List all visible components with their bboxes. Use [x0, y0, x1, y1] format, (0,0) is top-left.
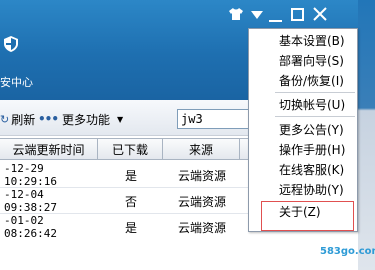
window-right-edge: [358, 0, 375, 270]
table-cell-source: 云端资源: [177, 168, 226, 183]
refresh-label: 刷新: [11, 112, 36, 127]
table-cell-time: -01-02 08:26:42: [4, 214, 57, 240]
column-header-downloaded[interactable]: 已下载: [97, 138, 163, 160]
table-cell-time: -12-04 09:38:27: [4, 188, 57, 214]
skin-shirt-icon[interactable]: [229, 8, 243, 20]
table-cell-source: 云端资源: [177, 220, 226, 235]
refresh-button[interactable]: ↻ 刷新: [0, 110, 35, 128]
minimize-icon[interactable]: [269, 20, 282, 22]
more-functions-label: 更多功能: [62, 112, 111, 127]
table-cell-source: 云端资源: [177, 194, 226, 209]
main-menu-arrow-icon[interactable]: [251, 11, 263, 19]
more-dots-icon: •••: [38, 112, 59, 126]
menu-item-basic-settings[interactable]: 基本设置(B): [279, 31, 345, 49]
table-cell-downloaded: 是: [124, 168, 137, 183]
menu-item-remote-assist[interactable]: 远程协助(Y): [279, 180, 344, 198]
menu-item-switch-account[interactable]: 切换帐号(U): [279, 95, 345, 113]
security-center-label: 安中心: [0, 76, 33, 89]
search-input[interactable]: [177, 109, 251, 129]
menu-separator: [275, 116, 355, 117]
site-watermark: 583go.com: [320, 246, 375, 257]
menu-item-backup-restore[interactable]: 备份/恢复(I): [279, 71, 344, 89]
about-highlight-box: [261, 201, 354, 231]
close-icon[interactable]: [312, 6, 328, 22]
maximize-icon[interactable]: [291, 8, 304, 21]
menu-item-online-support[interactable]: 在线客服(K): [279, 160, 344, 178]
table-cell-downloaded: 是: [124, 220, 137, 235]
table-cell-time: -12-29 10:29:16: [4, 162, 57, 188]
table-cell-downloaded: 否: [124, 194, 137, 209]
column-header-update-time[interactable]: 云端更新时间: [0, 138, 98, 160]
menu-separator: [275, 92, 355, 93]
chevron-down-icon: ▼: [117, 114, 124, 124]
column-header-source[interactable]: 来源: [162, 138, 240, 160]
shield-icon: [4, 36, 18, 52]
menu-item-more-announcements[interactable]: 更多公告(Y): [279, 120, 344, 138]
refresh-icon: ↻: [0, 112, 10, 126]
menu-item-deploy-wizard[interactable]: 部署向导(S): [279, 51, 344, 69]
more-functions-button[interactable]: ••• 更多功能 ▼: [38, 110, 123, 128]
menu-item-manual[interactable]: 操作手册(H): [279, 140, 345, 158]
